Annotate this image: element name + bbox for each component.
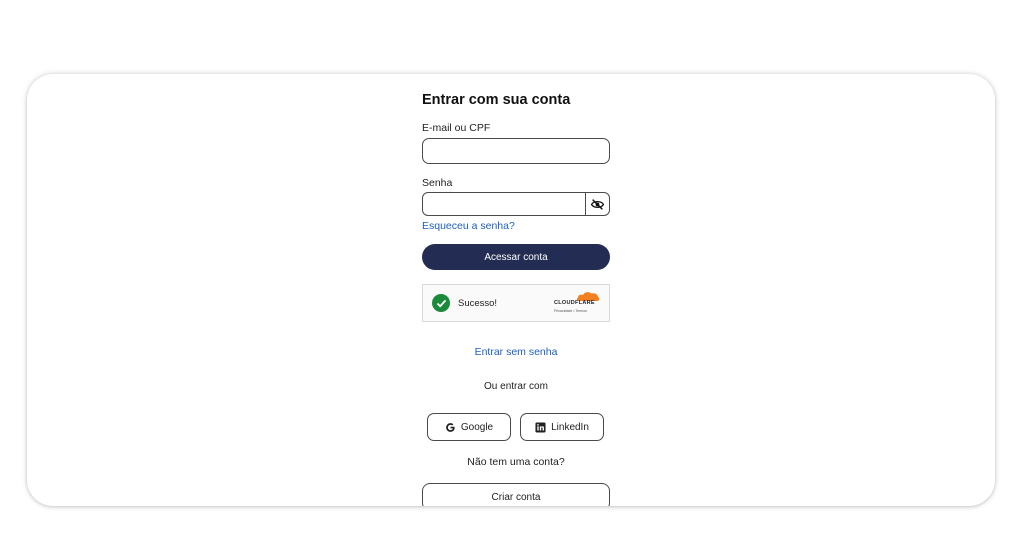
- email-field[interactable]: [422, 138, 610, 164]
- toggle-password-visibility-button[interactable]: [585, 193, 609, 215]
- captcha-status: Sucesso!: [458, 298, 498, 309]
- passwordless-login-link[interactable]: Entrar sem senha: [422, 346, 610, 358]
- eye-off-icon: [591, 198, 604, 210]
- password-group: [422, 192, 610, 216]
- cloudflare-links[interactable]: Privacidade • Termos: [554, 309, 587, 313]
- check-circle-icon: [432, 294, 450, 312]
- password-label: Senha: [422, 177, 453, 189]
- linkedin-label: LinkedIn: [551, 421, 589, 433]
- linkedin-icon: [535, 421, 546, 433]
- linkedin-login-button[interactable]: LinkedIn: [520, 413, 604, 441]
- no-account-prompt: Não tem uma conta?: [467, 456, 565, 468]
- google-icon: [446, 422, 455, 432]
- google-login-button[interactable]: Google: [427, 413, 511, 441]
- google-label: Google: [460, 421, 494, 433]
- or-login-with-text: Ou entrar com: [484, 381, 548, 392]
- forgot-password-link[interactable]: Esqueceu a senha?: [422, 220, 515, 232]
- cloudflare-brand: CLOUDFLARE: [554, 300, 595, 306]
- email-label: E-mail ou CPF: [422, 122, 491, 134]
- login-card: Entrar com sua conta E-mail ou CPF Senha…: [27, 74, 995, 506]
- password-field[interactable]: [423, 193, 587, 215]
- submit-login-button[interactable]: Acessar conta: [422, 244, 610, 270]
- page-title: Entrar com sua conta: [422, 92, 571, 108]
- captcha-widget[interactable]: Sucesso! CLOUDFLARE Privacidade • Termos: [422, 284, 610, 322]
- cloudflare-logo[interactable]: CLOUDFLARE Privacidade • Termos: [554, 291, 600, 317]
- create-account-button[interactable]: Criar conta: [422, 483, 610, 506]
